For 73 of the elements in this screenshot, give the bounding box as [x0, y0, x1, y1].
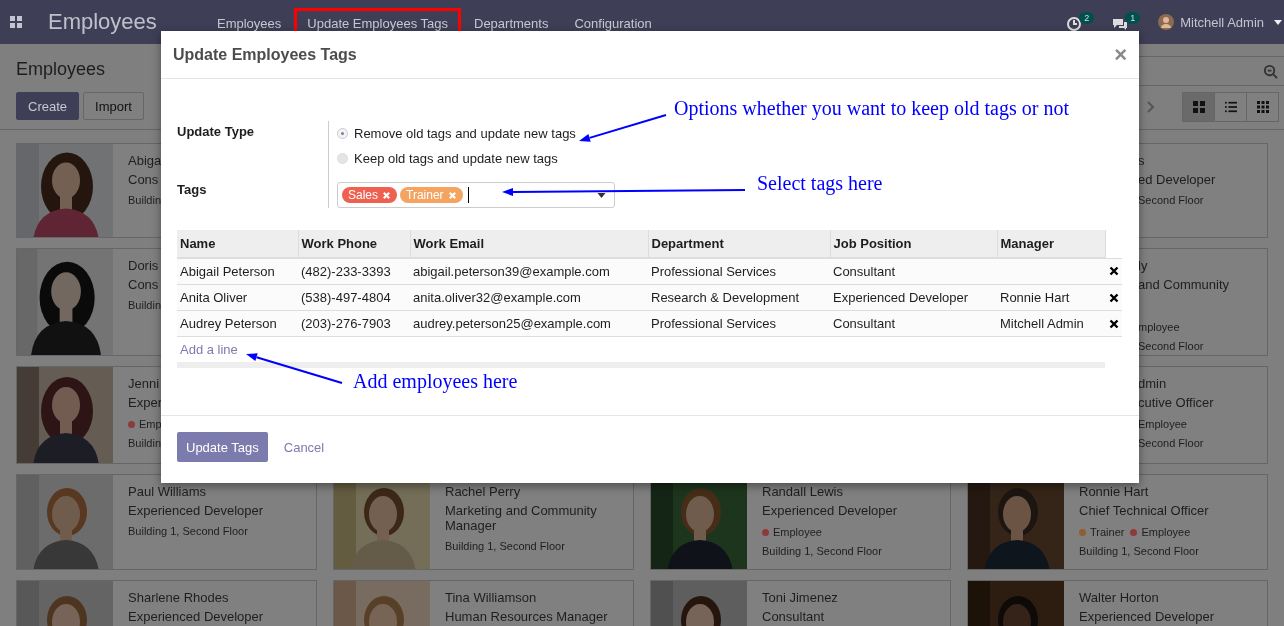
job-title: Experienced Developer: [128, 609, 264, 624]
location-text: Buildin: [128, 299, 162, 311]
table-cell: (203)-276-7903: [301, 316, 391, 331]
employee-name: Paul Williams: [128, 483, 206, 501]
employee-name: dmin: [1138, 375, 1167, 393]
table-cell: Anita Oliver: [180, 290, 248, 305]
location-text: Buildin: [128, 194, 162, 206]
table-cell: abigail.peterson39@example.com: [413, 264, 610, 279]
annotation-text: Select tags here: [757, 171, 883, 195]
employee-name: Walter Horton: [1079, 589, 1159, 607]
table-cell: Audrey Peterson: [180, 316, 277, 331]
employee-name: Randall Lewis: [762, 483, 843, 501]
employee-name: Doris: [128, 257, 159, 275]
table-cell: Professional Services: [651, 264, 776, 279]
job-title: Experienced Developer: [762, 503, 898, 518]
radio-label: Remove old tags and update new tags: [354, 126, 576, 141]
app-title: Employees: [48, 9, 158, 35]
job-title: Marketing and Community Manager: [445, 503, 598, 533]
table-cell: anita.oliver32@example.com: [413, 290, 581, 305]
job-title: cutive Officer: [1138, 395, 1214, 410]
table-cell: Consultant: [833, 316, 896, 331]
location-text: Second Floor: [1138, 194, 1204, 206]
tag-label: Employee: [1138, 418, 1187, 430]
breadcrumb: Employees: [16, 58, 107, 80]
annotation-text: Add employees here: [353, 369, 518, 393]
tag-label: mployee: [1138, 321, 1180, 333]
job-title: and Community: [1138, 277, 1230, 294]
job-title: Chief Technical Officer: [1079, 503, 1209, 518]
annotation-text: Options whether you want to keep old tags or not: [674, 96, 1069, 120]
employee-name: Sharlene Rhodes: [128, 589, 229, 607]
employee-name: Tina Williamson: [445, 589, 537, 607]
tag-label: Employee: [1141, 526, 1191, 538]
job-title: Cons: [128, 172, 159, 187]
table-cell: audrey.peterson25@example.com: [413, 316, 611, 331]
table-cell: Ronnie Hart: [1000, 290, 1070, 305]
location-text: Second Floor: [1138, 437, 1204, 449]
employee-name: Ronnie Hart: [1079, 483, 1149, 501]
table-cell: Consultant: [833, 264, 896, 279]
employee-name: ly: [1138, 257, 1148, 275]
employee-name: Abiga: [128, 152, 162, 170]
table-cell: Abigail Peterson: [180, 264, 275, 279]
table-cell: Experienced Developer: [833, 290, 969, 305]
tag-label: Employee: [773, 526, 822, 538]
table-cell: Mitchell Admin: [1000, 316, 1084, 331]
tag-label: Emp: [139, 418, 162, 430]
table-cell: Professional Services: [651, 316, 776, 331]
employee-name: Jenni: [128, 375, 160, 393]
location-text: Building 1, Second Floor: [1079, 545, 1199, 557]
job-title: Cons: [128, 277, 159, 292]
location-text: Building 1, Second Floor: [128, 525, 248, 537]
tag-label: Trainer: [1090, 526, 1125, 538]
table-cell: Research & Development: [651, 290, 800, 305]
field-label: Update Type: [177, 123, 256, 139]
employee-name: s: [1138, 152, 1145, 170]
job-title: Human Resources Manager: [445, 609, 608, 624]
table-cell: (482)-233-3393: [301, 264, 391, 279]
location-text: Building 1, Second Floor: [445, 540, 565, 552]
job-title: ed Developer: [1138, 172, 1216, 187]
job-title: Experienced Developer: [128, 503, 264, 518]
count-badge: 1: [1125, 12, 1141, 24]
employee-name: Rachel Perry: [445, 483, 521, 501]
field-label: Tags: [177, 182, 208, 197]
job-title: Exper: [128, 395, 162, 410]
job-title: Experienced Developer: [1079, 609, 1215, 624]
dialog-title: Update Employees Tags: [173, 45, 357, 64]
location-text: Buildin: [128, 437, 162, 449]
job-title: Consultant: [762, 609, 825, 624]
count-badge: 2: [1079, 12, 1095, 24]
location-text: Second Floor: [1138, 340, 1204, 352]
radio-label: Keep old tags and update new tags: [354, 151, 558, 166]
employee-name: Toni Jimenez: [762, 589, 838, 607]
table-cell: (538)-497-4804: [301, 290, 391, 305]
location-text: Building 1, Second Floor: [762, 545, 882, 557]
